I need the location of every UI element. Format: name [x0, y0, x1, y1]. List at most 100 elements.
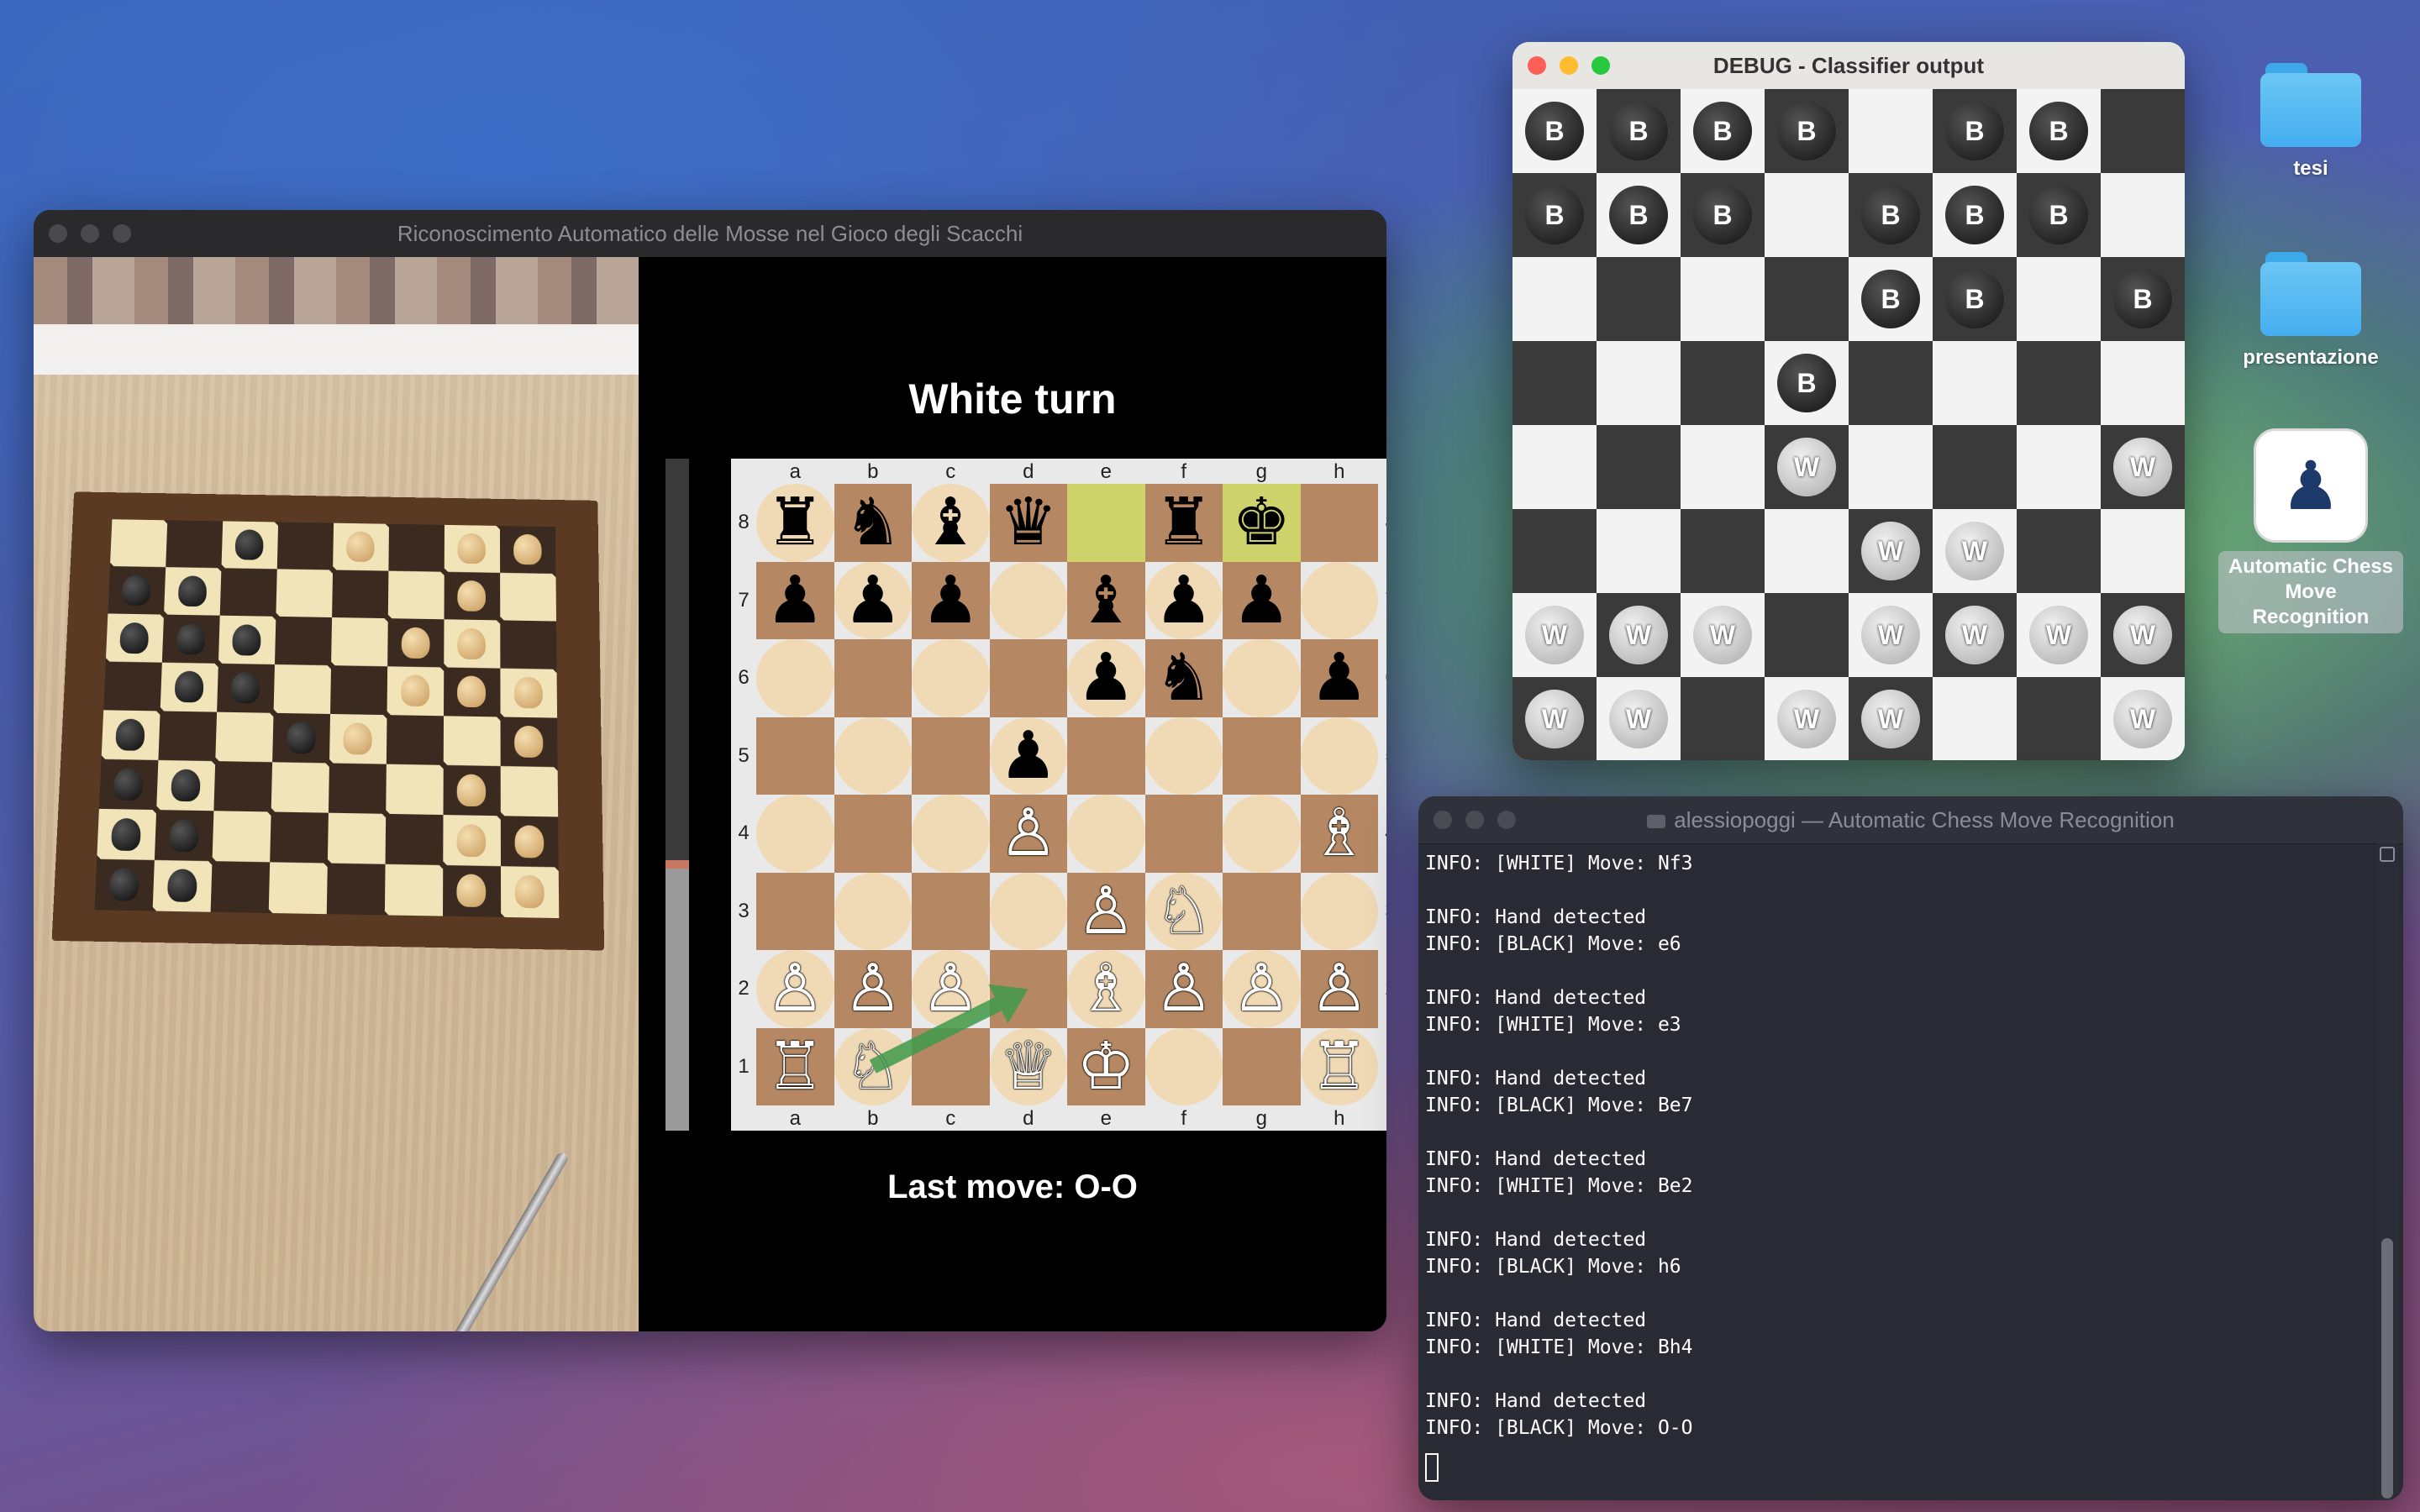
- square-g6[interactable]: [1223, 639, 1301, 717]
- chess-piece-a1[interactable]: ♖: [765, 1034, 824, 1100]
- minimize-button[interactable]: [81, 224, 99, 243]
- square-h8[interactable]: [1301, 484, 1379, 562]
- square-d4[interactable]: ♙: [990, 795, 1068, 873]
- square-g1[interactable]: [1223, 1028, 1301, 1106]
- square-b6[interactable]: [834, 639, 913, 717]
- square-g4[interactable]: [1223, 795, 1301, 873]
- chess-piece-h2[interactable]: ♙: [1310, 956, 1369, 1021]
- square-g5[interactable]: [1223, 717, 1301, 795]
- close-button[interactable]: [1528, 56, 1546, 75]
- square-b3[interactable]: [834, 873, 913, 951]
- square-c5[interactable]: [912, 717, 990, 795]
- desktop-app-automatic-chess[interactable]: ♟ Automatic Chess Move Recognition: [2218, 428, 2403, 633]
- close-button[interactable]: [1434, 811, 1452, 829]
- square-a1[interactable]: ♖: [756, 1028, 834, 1106]
- square-b8[interactable]: ♞: [834, 484, 913, 562]
- square-c3[interactable]: [912, 873, 990, 951]
- square-b4[interactable]: [834, 795, 913, 873]
- chess-piece-e2[interactable]: ♗: [1076, 956, 1135, 1021]
- chess-piece-d5[interactable]: ♟: [999, 723, 1058, 789]
- square-h4[interactable]: ♗: [1301, 795, 1379, 873]
- desktop-folder-tesi[interactable]: tesi: [2218, 63, 2403, 181]
- square-c4[interactable]: [912, 795, 990, 873]
- square-f4[interactable]: [1145, 795, 1223, 873]
- square-d6[interactable]: [990, 639, 1068, 717]
- square-g2[interactable]: ♙: [1223, 950, 1301, 1028]
- square-f7[interactable]: ♟: [1145, 562, 1223, 640]
- debug-titlebar[interactable]: DEBUG - Classifier output: [1512, 42, 2185, 90]
- chess-piece-g8[interactable]: ♚: [1232, 490, 1291, 555]
- square-c2[interactable]: ♙: [912, 950, 990, 1028]
- square-b7[interactable]: ♟: [834, 562, 913, 640]
- chess-piece-h4[interactable]: ♗: [1310, 801, 1369, 866]
- chess-piece-h6[interactable]: ♟: [1310, 645, 1369, 711]
- square-e8[interactable]: [1067, 484, 1145, 562]
- chess-piece-b1[interactable]: ♘: [844, 1034, 902, 1100]
- square-f5[interactable]: [1145, 717, 1223, 795]
- square-d5[interactable]: ♟: [990, 717, 1068, 795]
- chess-piece-e6[interactable]: ♟: [1076, 645, 1135, 711]
- square-a8[interactable]: ♜: [756, 484, 834, 562]
- chess-piece-b8[interactable]: ♞: [844, 490, 902, 555]
- square-a4[interactable]: [756, 795, 834, 873]
- chess-piece-b2[interactable]: ♙: [844, 956, 902, 1021]
- chess-piece-c7[interactable]: ♟: [921, 568, 980, 633]
- scrollbar-thumb[interactable]: [2381, 1238, 2393, 1499]
- square-d2[interactable]: [990, 950, 1068, 1028]
- square-a6[interactable]: [756, 639, 834, 717]
- square-c1[interactable]: [912, 1028, 990, 1106]
- chess-piece-e1[interactable]: ♔: [1076, 1034, 1135, 1100]
- zoom-button[interactable]: [1497, 811, 1516, 829]
- square-c7[interactable]: ♟: [912, 562, 990, 640]
- terminal-titlebar[interactable]: alessiopoggi — Automatic Chess Move Reco…: [1418, 796, 2403, 844]
- chess-piece-a8[interactable]: ♜: [765, 490, 824, 555]
- square-a3[interactable]: [756, 873, 834, 951]
- square-e2[interactable]: ♗: [1067, 950, 1145, 1028]
- chess-piece-d4[interactable]: ♙: [999, 801, 1058, 866]
- square-f6[interactable]: ♞: [1145, 639, 1223, 717]
- chess-piece-f6[interactable]: ♞: [1155, 645, 1213, 711]
- square-c8[interactable]: ♝: [912, 484, 990, 562]
- square-e4[interactable]: [1067, 795, 1145, 873]
- square-f2[interactable]: ♙: [1145, 950, 1223, 1028]
- square-h6[interactable]: ♟: [1301, 639, 1379, 717]
- chess-piece-f7[interactable]: ♟: [1155, 568, 1213, 633]
- square-c6[interactable]: [912, 639, 990, 717]
- square-d7[interactable]: [990, 562, 1068, 640]
- chess-piece-d8[interactable]: ♛: [999, 490, 1058, 555]
- chess-piece-d1[interactable]: ♕: [999, 1034, 1058, 1100]
- square-b1[interactable]: ♘: [834, 1028, 913, 1106]
- square-d3[interactable]: [990, 873, 1068, 951]
- chess-piece-a2[interactable]: ♙: [765, 956, 824, 1021]
- chess-piece-e7[interactable]: ♝: [1076, 568, 1135, 633]
- zoom-button[interactable]: [113, 224, 131, 243]
- square-e5[interactable]: [1067, 717, 1145, 795]
- terminal-prompt[interactable]: [1425, 1453, 2370, 1480]
- square-a7[interactable]: ♟: [756, 562, 834, 640]
- terminal-output[interactable]: INFO: [WHITE] Move: Nf3 INFO: Hand detect…: [1425, 843, 2370, 1500]
- square-e7[interactable]: ♝: [1067, 562, 1145, 640]
- square-a2[interactable]: ♙: [756, 950, 834, 1028]
- square-h1[interactable]: ♖: [1301, 1028, 1379, 1106]
- chess-piece-a7[interactable]: ♟: [765, 568, 824, 633]
- square-h2[interactable]: ♙: [1301, 950, 1379, 1028]
- chess-piece-g7[interactable]: ♟: [1232, 568, 1291, 633]
- square-e1[interactable]: ♔: [1067, 1028, 1145, 1106]
- minimize-button[interactable]: [1465, 811, 1484, 829]
- square-f3[interactable]: ♘: [1145, 873, 1223, 951]
- chess-piece-h1[interactable]: ♖: [1310, 1034, 1369, 1100]
- chess-piece-f3[interactable]: ♘: [1155, 879, 1213, 944]
- square-g8[interactable]: ♚: [1223, 484, 1301, 562]
- main-titlebar[interactable]: Riconoscimento Automatico delle Mosse ne…: [34, 210, 1386, 258]
- square-b5[interactable]: [834, 717, 913, 795]
- square-e3[interactable]: ♙: [1067, 873, 1145, 951]
- square-h5[interactable]: [1301, 717, 1379, 795]
- chess-piece-c8[interactable]: ♝: [921, 490, 980, 555]
- square-f1[interactable]: [1145, 1028, 1223, 1106]
- chess-piece-f8[interactable]: ♜: [1155, 490, 1213, 555]
- chess-piece-e3[interactable]: ♙: [1076, 879, 1135, 944]
- desktop-folder-presentazione[interactable]: presentazione: [2218, 252, 2403, 370]
- chess-piece-g2[interactable]: ♙: [1232, 956, 1291, 1021]
- chess-piece-f2[interactable]: ♙: [1155, 956, 1213, 1021]
- square-d8[interactable]: ♛: [990, 484, 1068, 562]
